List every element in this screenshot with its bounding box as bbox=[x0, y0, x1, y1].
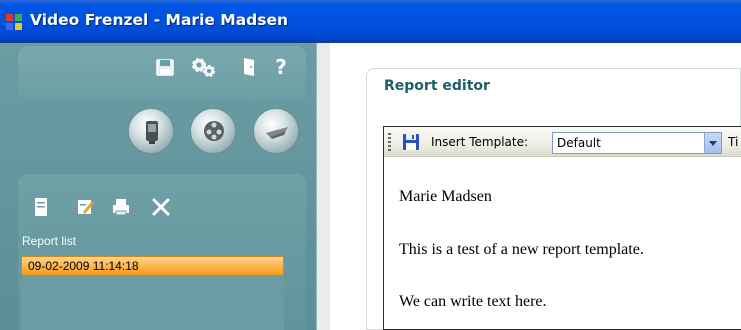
film-reel-icon bbox=[204, 121, 224, 141]
app-icon bbox=[6, 14, 22, 30]
save-icon[interactable] bbox=[155, 56, 175, 78]
document-line[interactable]: We can write text here. bbox=[399, 293, 547, 311]
help-icon[interactable]: ? bbox=[271, 56, 291, 78]
toolbar-trailing-label: Ti bbox=[728, 135, 739, 149]
rotation-chair-mode-button[interactable] bbox=[253, 108, 299, 154]
chevron-down-icon[interactable] bbox=[704, 133, 721, 153]
window-title-bar[interactable]: Video Frenzel - Marie Madsen bbox=[0, 0, 741, 43]
insert-template-label: Insert Template: bbox=[431, 135, 529, 149]
film-mode-button[interactable] bbox=[190, 108, 236, 154]
document-line[interactable]: Marie Madsen bbox=[399, 188, 492, 206]
toolbar-grip[interactable] bbox=[388, 133, 391, 151]
exit-door-icon[interactable] bbox=[239, 56, 259, 78]
delete-icon[interactable] bbox=[150, 196, 172, 218]
report-list-item-selected[interactable]: 09-02-2009 11:14:18 bbox=[21, 256, 284, 276]
print-icon[interactable] bbox=[110, 196, 132, 218]
svg-text:?: ? bbox=[275, 56, 287, 78]
edit-report-icon[interactable] bbox=[74, 196, 96, 218]
report-list-label: Report list bbox=[22, 234, 77, 248]
rotation-chair-icon bbox=[266, 127, 288, 139]
floppy-save-icon[interactable] bbox=[402, 133, 420, 151]
camera-mode-button[interactable] bbox=[128, 108, 174, 154]
document-line[interactable]: This is a test of a new report template. bbox=[399, 241, 644, 259]
panel-divider bbox=[316, 43, 330, 330]
new-report-icon[interactable] bbox=[30, 196, 52, 218]
template-select-value: Default bbox=[557, 136, 601, 150]
window-title: Video Frenzel - Marie Madsen bbox=[30, 11, 289, 29]
camera-icon bbox=[146, 121, 158, 144]
report-editor-title: Report editor bbox=[384, 78, 490, 94]
settings-icon[interactable] bbox=[190, 56, 218, 78]
template-select[interactable]: Default bbox=[552, 132, 722, 154]
